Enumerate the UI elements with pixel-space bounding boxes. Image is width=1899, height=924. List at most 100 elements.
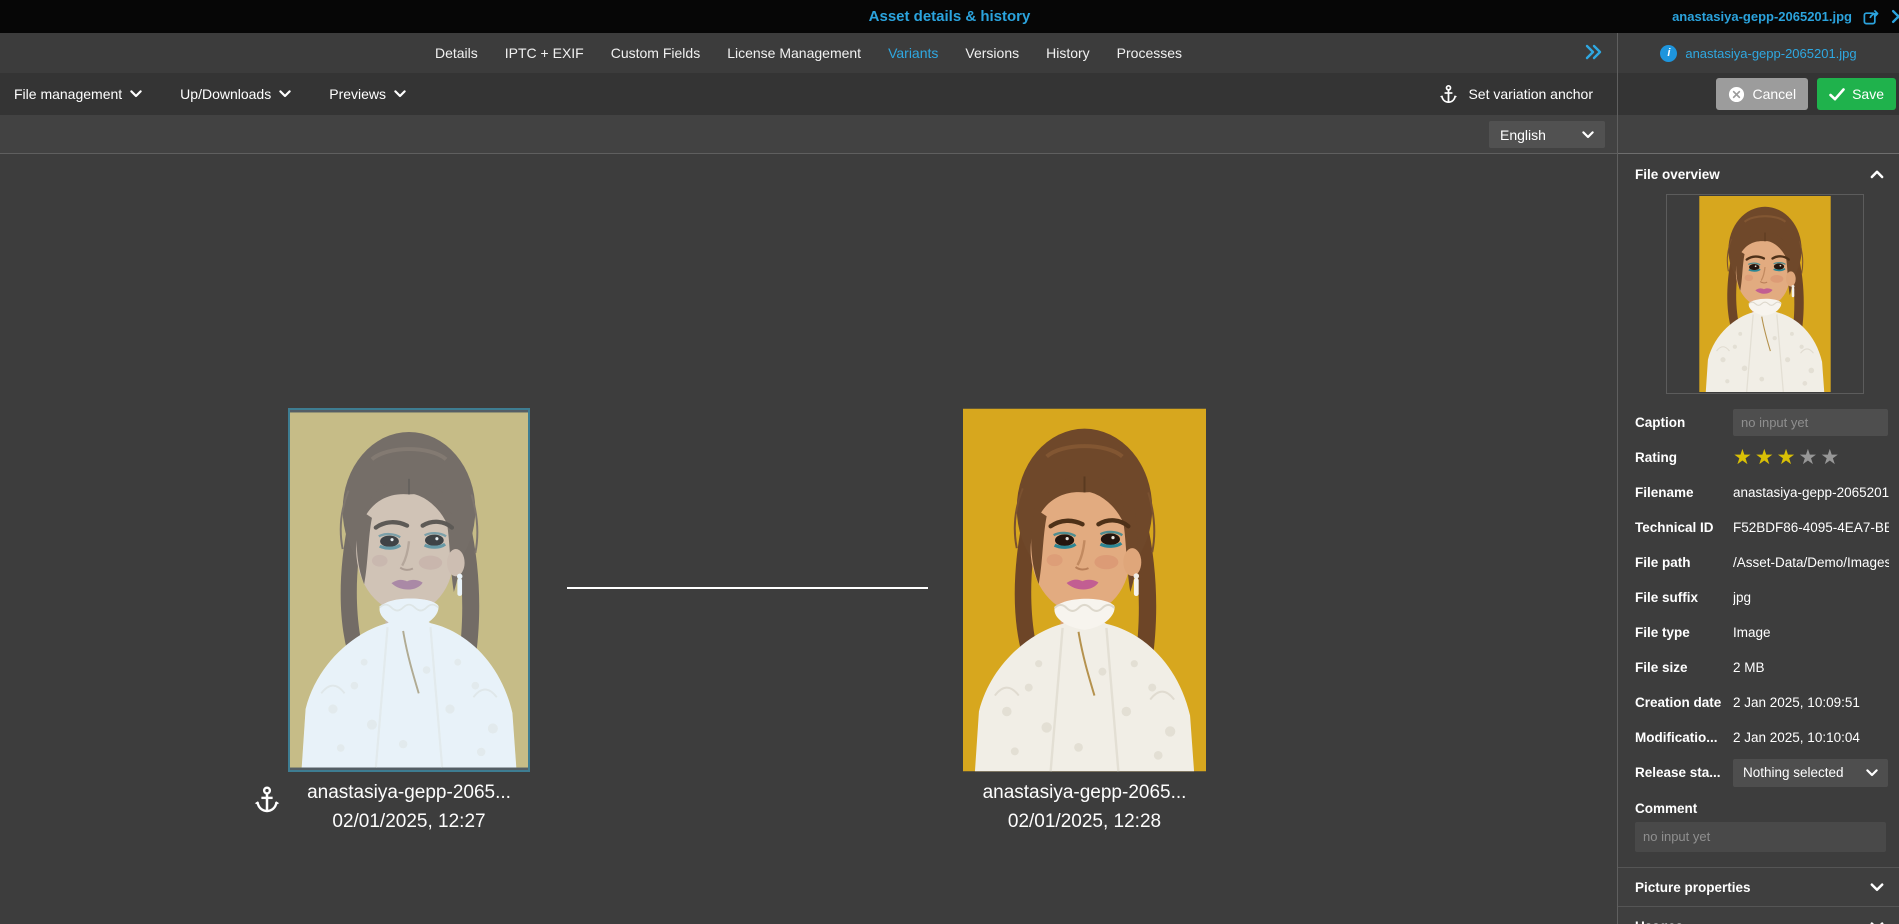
chevron-down-icon bbox=[1866, 769, 1878, 777]
save-label: Save bbox=[1852, 86, 1884, 102]
variant-caption-anchor: anastasiya-gepp-2065... 02/01/2025, 12:2… bbox=[288, 778, 530, 836]
chevron-down-icon[interactable] bbox=[1870, 883, 1884, 892]
variant-image-anchor[interactable] bbox=[288, 408, 530, 772]
cancel-label: Cancel bbox=[1752, 86, 1797, 102]
field-caption: Caption bbox=[1618, 405, 1899, 440]
usages-title: Usages bbox=[1635, 919, 1683, 924]
tab-versions[interactable]: Versions bbox=[965, 45, 1019, 61]
filename-label: Filename bbox=[1635, 485, 1694, 500]
variant-date: 02/01/2025, 12:27 bbox=[332, 811, 486, 832]
modification-date-label: Modificatio... bbox=[1635, 730, 1718, 745]
cancel-button[interactable]: Cancel bbox=[1716, 78, 1809, 110]
comment-input[interactable] bbox=[1635, 822, 1886, 852]
tab-iptc-exif[interactable]: IPTC + EXIF bbox=[505, 45, 584, 61]
window-title: Asset details & history bbox=[868, 8, 1031, 25]
file-overview-fields: Caption Rating ★★★★★ Filename anastasiya… bbox=[1618, 405, 1899, 857]
check-icon bbox=[1829, 87, 1845, 100]
previews-label: Previews bbox=[329, 86, 387, 102]
set-variation-anchor-label: Set variation anchor bbox=[1468, 86, 1593, 102]
tab-details[interactable]: Details bbox=[435, 45, 478, 61]
chevron-down-icon bbox=[279, 90, 291, 98]
field-filename: Filename anastasiya-gepp-2065201.jpg bbox=[1618, 475, 1899, 510]
info-icon[interactable]: i bbox=[1660, 44, 1678, 62]
save-button[interactable]: Save bbox=[1817, 78, 1896, 110]
expand-panel-icon[interactable] bbox=[1583, 43, 1603, 61]
star-icon[interactable]: ★ bbox=[1755, 446, 1777, 469]
usages-header[interactable]: Usages bbox=[1618, 906, 1899, 924]
top-title-bar: Asset details & history anastasiya-gepp-… bbox=[0, 0, 1899, 33]
language-row: English bbox=[0, 115, 1617, 154]
modification-date-value: 2 Jan 2025, 10:10:04 bbox=[1733, 730, 1860, 745]
file-thumbnail-frame bbox=[1666, 194, 1864, 394]
close-icon[interactable] bbox=[1891, 9, 1899, 24]
panel-asset-header: i anastasiya-gepp-2065201.jpg bbox=[1618, 33, 1899, 73]
field-file-path: File path /Asset-Data/Demo/Images/1- bbox=[1618, 545, 1899, 580]
field-rating: Rating ★★★★★ bbox=[1618, 440, 1899, 475]
star-icon[interactable]: ★ bbox=[1777, 446, 1799, 469]
file-suffix-label: File suffix bbox=[1635, 590, 1699, 605]
picture-properties-header[interactable]: Picture properties bbox=[1618, 867, 1899, 906]
language-select[interactable]: English bbox=[1489, 121, 1605, 148]
filename-value: anastasiya-gepp-2065201.jpg bbox=[1733, 485, 1889, 500]
file-type-value: Image bbox=[1733, 625, 1771, 640]
field-file-type: File type Image bbox=[1618, 615, 1899, 650]
field-creation-date: Creation date 2 Jan 2025, 10:09:51 bbox=[1618, 685, 1899, 720]
creation-date-label: Creation date bbox=[1635, 695, 1722, 710]
chevron-down-icon bbox=[1582, 131, 1594, 139]
open-external-icon[interactable] bbox=[1862, 7, 1881, 26]
field-file-size: File size 2 MB bbox=[1618, 650, 1899, 685]
release-status-select[interactable]: Nothing selected bbox=[1733, 758, 1888, 787]
file-thumbnail[interactable] bbox=[1697, 196, 1833, 392]
previews-menu[interactable]: Previews bbox=[329, 86, 406, 102]
file-overview-title: File overview bbox=[1635, 166, 1720, 182]
topbar-right-group: anastasiya-gepp-2065201.jpg bbox=[1672, 0, 1899, 33]
field-release-status: Release sta... Nothing selected bbox=[1618, 755, 1899, 790]
creation-date-value: 2 Jan 2025, 10:09:51 bbox=[1733, 695, 1860, 710]
file-path-label: File path bbox=[1635, 555, 1691, 570]
variant-date: 02/01/2025, 12:28 bbox=[1007, 811, 1162, 832]
panel-asset-filename[interactable]: anastasiya-gepp-2065201.jpg bbox=[1685, 46, 1856, 61]
file-management-menu[interactable]: File management bbox=[14, 86, 142, 102]
anchor-icon bbox=[1438, 84, 1459, 105]
chevron-down-icon bbox=[394, 90, 406, 98]
file-suffix-value: jpg bbox=[1733, 590, 1752, 605]
star-icon[interactable]: ★ bbox=[1733, 446, 1755, 469]
variant-name[interactable]: anastasiya-gepp-2065... bbox=[963, 778, 1206, 807]
star-icon[interactable]: ★ bbox=[1820, 446, 1842, 469]
tab-custom-fields[interactable]: Custom Fields bbox=[611, 45, 700, 61]
rating-label: Rating bbox=[1635, 450, 1677, 465]
star-icon[interactable]: ★ bbox=[1798, 446, 1820, 469]
toolbar-left-group: File management Up/Downloads Previews bbox=[14, 73, 406, 115]
field-modification-date: Modificatio... 2 Jan 2025, 10:10:04 bbox=[1618, 720, 1899, 755]
tab-license-management[interactable]: License Management bbox=[727, 45, 861, 61]
panel-spacer bbox=[1618, 115, 1899, 154]
caption-input[interactable] bbox=[1733, 409, 1888, 436]
technical-id-value: F52BDF86-4095-4EA7-BB23 bbox=[1733, 520, 1889, 535]
variant-image[interactable] bbox=[963, 408, 1206, 772]
file-type-label: File type bbox=[1635, 625, 1690, 640]
up-downloads-menu[interactable]: Up/Downloads bbox=[180, 86, 291, 102]
file-path-value: /Asset-Data/Demo/Images/1- bbox=[1733, 555, 1889, 570]
panel-sections: Picture properties Usages bbox=[1618, 867, 1899, 924]
file-overview-header[interactable]: File overview bbox=[1618, 154, 1899, 194]
tab-bar: Details IPTC + EXIF Custom Fields Licens… bbox=[0, 33, 1617, 73]
variant-connector-line bbox=[567, 587, 928, 589]
action-toolbar: File management Up/Downloads Previews Se… bbox=[0, 73, 1617, 115]
rating-stars[interactable]: ★★★★★ bbox=[1733, 447, 1842, 468]
variant-name[interactable]: anastasiya-gepp-2065... bbox=[288, 778, 530, 807]
chevron-up-icon[interactable] bbox=[1870, 170, 1884, 179]
anchor-icon bbox=[252, 784, 282, 821]
tab-processes[interactable]: Processes bbox=[1117, 45, 1182, 61]
variant-caption: anastasiya-gepp-2065... 02/01/2025, 12:2… bbox=[963, 778, 1206, 836]
panel-action-buttons: Cancel Save bbox=[1618, 73, 1899, 115]
release-status-value: Nothing selected bbox=[1743, 765, 1844, 780]
file-management-label: File management bbox=[14, 86, 123, 102]
tab-variants[interactable]: Variants bbox=[888, 45, 938, 61]
picture-properties-title: Picture properties bbox=[1635, 879, 1751, 895]
tab-list: Details IPTC + EXIF Custom Fields Licens… bbox=[0, 33, 1617, 73]
tab-history[interactable]: History bbox=[1046, 45, 1090, 61]
variants-canvas: anastasiya-gepp-2065... 02/01/2025, 12:2… bbox=[0, 154, 1617, 924]
comment-label: Comment bbox=[1635, 801, 1698, 816]
up-downloads-label: Up/Downloads bbox=[180, 86, 272, 102]
set-variation-anchor-button[interactable]: Set variation anchor bbox=[1438, 73, 1593, 115]
